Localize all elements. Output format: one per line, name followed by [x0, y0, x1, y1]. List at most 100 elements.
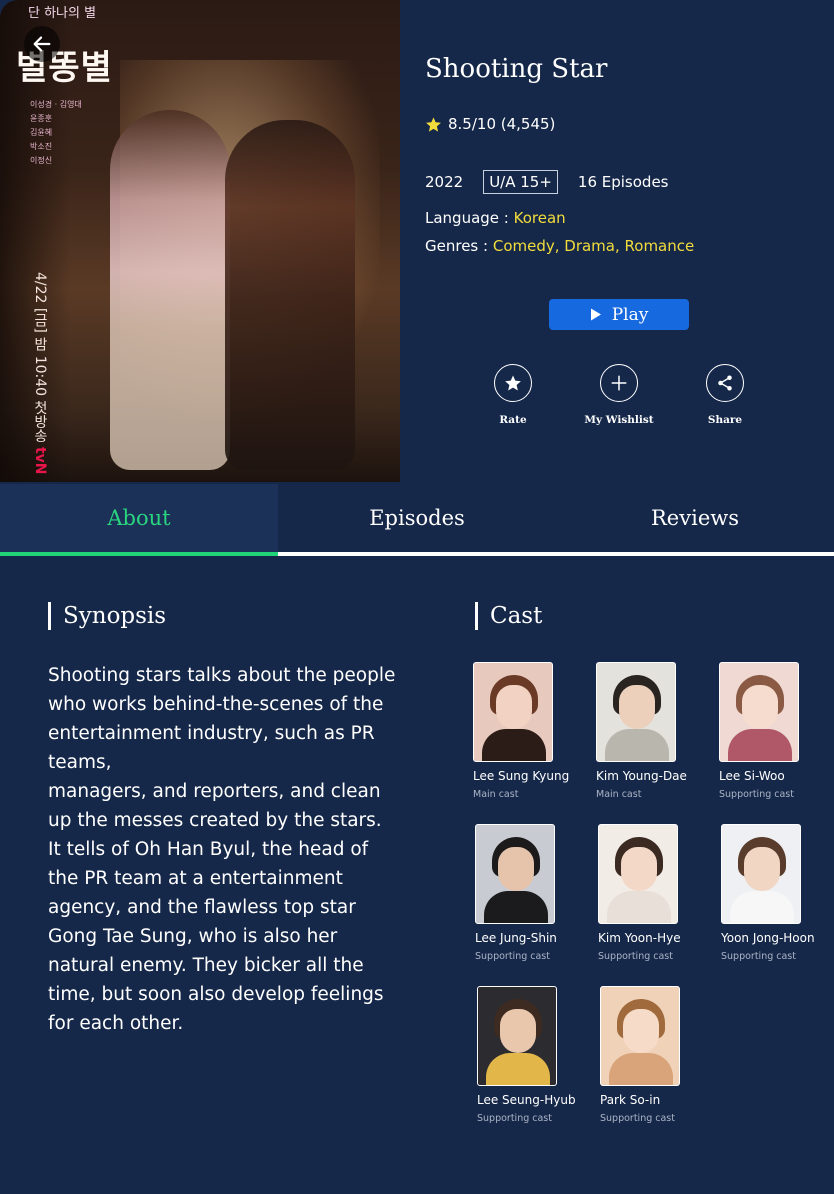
star-circle-icon — [505, 375, 521, 391]
cast-photo — [475, 824, 555, 924]
cast-photo-body — [482, 729, 546, 761]
cast-photo-body — [728, 729, 792, 761]
cast-heading: Cast — [475, 602, 542, 630]
cast-role: Supporting cast — [719, 789, 794, 800]
cast-photo-face — [623, 1009, 659, 1053]
plus-icon — [611, 375, 627, 391]
language-label: Language : — [425, 209, 514, 227]
cast-photo — [598, 824, 678, 924]
cast-name: Kim Yoon-Hye — [598, 931, 681, 945]
wishlist-label: My Wishlist — [584, 414, 654, 426]
back-arrow-icon — [33, 36, 51, 52]
cast-photo — [477, 986, 557, 1086]
cast-card[interactable]: Park So-in Supporting cast — [600, 986, 715, 1124]
cast-card[interactable]: Kim Young-Dae Main cast — [596, 662, 711, 800]
poster-credit-line: 박소진 — [30, 142, 53, 151]
synopsis-heading: Synopsis — [48, 602, 166, 630]
cast-role: Supporting cast — [721, 951, 796, 962]
poster-air-date-text: 4/22 [금] 밤 10:40 첫방송 — [32, 272, 48, 443]
poster-credits: 이성경 · 김영대 윤종훈 김윤혜 박소진 이정신 — [30, 98, 82, 168]
release-year: 2022 — [425, 173, 464, 191]
wishlist-circle — [600, 364, 638, 402]
cast-role: Supporting cast — [475, 951, 550, 962]
cast-card[interactable]: Lee Si-Woo Supporting cast — [719, 662, 834, 800]
cast-photo-face — [496, 685, 532, 729]
cast-photo-face — [742, 685, 778, 729]
genres-label: Genres : — [425, 237, 493, 255]
poster-tagline: 단 하나의 별 — [28, 6, 97, 21]
cast-photo — [719, 662, 799, 762]
cast-role: Supporting cast — [600, 1113, 675, 1124]
rate-label: Rate — [499, 414, 527, 426]
share-circle — [706, 364, 744, 402]
cast-photo-body — [486, 1053, 550, 1085]
back-button[interactable] — [24, 26, 60, 62]
rate-circle — [494, 364, 532, 402]
poster-credit-line: 이성경 · 김영대 — [30, 100, 82, 109]
cast-photo — [600, 986, 680, 1086]
cast-photo-body — [605, 729, 669, 761]
play-button[interactable]: Play — [549, 299, 689, 330]
rate-button[interactable]: Rate — [473, 364, 553, 426]
poster-image: 단 하나의 별 별똥별 이성경 · 김영대 윤종훈 김윤혜 박소진 이정신 4/… — [0, 0, 400, 482]
cast-name: Lee Jung-Shin — [475, 931, 557, 945]
cast-name: Park So-in — [600, 1093, 661, 1107]
show-meta-row: 2022 U/A 15+ 16 Episodes — [425, 170, 669, 194]
cast-photo — [721, 824, 801, 924]
language-value: Korean — [513, 209, 566, 227]
cast-card[interactable]: Lee Seung-Hyub Supporting cast — [477, 986, 592, 1124]
cast-role: Supporting cast — [598, 951, 673, 962]
poster-network-logo: tvN — [32, 446, 48, 475]
share-icon — [718, 375, 732, 391]
cast-card[interactable]: Kim Yoon-Hye Supporting cast — [598, 824, 713, 962]
cast-photo-face — [621, 847, 657, 891]
cast-name: Lee Seung-Hyub — [477, 1093, 576, 1107]
cast-role: Supporting cast — [477, 1113, 552, 1124]
language-row: Language : Korean — [425, 209, 566, 227]
show-details-panel: Shooting Star 8.5/10 (4,545) 2022 U/A 15… — [400, 0, 834, 482]
rating-value: 8.5/10 (4,545) — [448, 115, 556, 133]
cast-card[interactable]: Yoon Jong-Hoon Supporting cast — [721, 824, 834, 962]
play-label: Play — [611, 304, 649, 325]
episode-count: 16 Episodes — [577, 173, 669, 191]
tab-about[interactable]: About — [0, 484, 278, 556]
cast-card[interactable]: Lee Sung Kyung Main cast — [473, 662, 588, 800]
cast-photo-body — [484, 891, 548, 923]
tab-episodes[interactable]: Episodes — [278, 484, 556, 556]
genres-value: Comedy, Drama, Romance — [492, 237, 695, 255]
poster-credit-line: 이정신 — [30, 156, 53, 165]
cast-name: Kim Young-Dae — [596, 769, 687, 783]
star-icon — [426, 116, 441, 132]
cast-card[interactable]: Lee Jung-Shin Supporting cast — [475, 824, 590, 962]
cast-name: Lee Si-Woo — [719, 769, 785, 783]
app-frame: 단 하나의 별 별똥별 이성경 · 김영대 윤종훈 김윤혜 박소진 이정신 4/… — [0, 0, 834, 1194]
poster-air-date: 4/22 [금] 밤 10:40 첫방송 tvN — [30, 272, 50, 475]
cast-photo-body — [607, 891, 671, 923]
cast-name: Yoon Jong-Hoon — [721, 931, 815, 945]
genres-row: Genres : Comedy, Drama, Romance — [425, 237, 694, 255]
poster-figure-woman — [110, 110, 230, 470]
cast-photo-body — [609, 1053, 673, 1085]
cast-photo — [596, 662, 676, 762]
cast-photo-face — [744, 847, 780, 891]
cast-role: Main cast — [596, 789, 642, 800]
wishlist-button[interactable]: My Wishlist — [579, 364, 659, 426]
share-button[interactable]: Share — [685, 364, 765, 426]
poster-credit-line: 김윤혜 — [30, 128, 53, 137]
cast-name: Lee Sung Kyung — [473, 769, 570, 783]
cast-role: Main cast — [473, 789, 519, 800]
tab-bar: About Episodes Reviews — [0, 484, 834, 556]
play-icon — [590, 308, 601, 321]
tab-reviews[interactable]: Reviews — [556, 484, 834, 556]
cast-photo-body — [730, 891, 794, 923]
synopsis-text: Shooting stars talks about the people wh… — [48, 665, 396, 1034]
cast-photo — [473, 662, 553, 762]
poster-credit-line: 윤종훈 — [30, 114, 53, 123]
show-rating: 8.5/10 (4,545) — [425, 115, 555, 133]
poster-figure-man — [225, 120, 355, 470]
cast-photo-face — [619, 685, 655, 729]
share-label: Share — [707, 414, 743, 426]
show-title: Shooting Star — [425, 54, 608, 84]
age-certificate-badge: U/A 15+ — [483, 170, 558, 194]
cast-photo-face — [498, 847, 534, 891]
